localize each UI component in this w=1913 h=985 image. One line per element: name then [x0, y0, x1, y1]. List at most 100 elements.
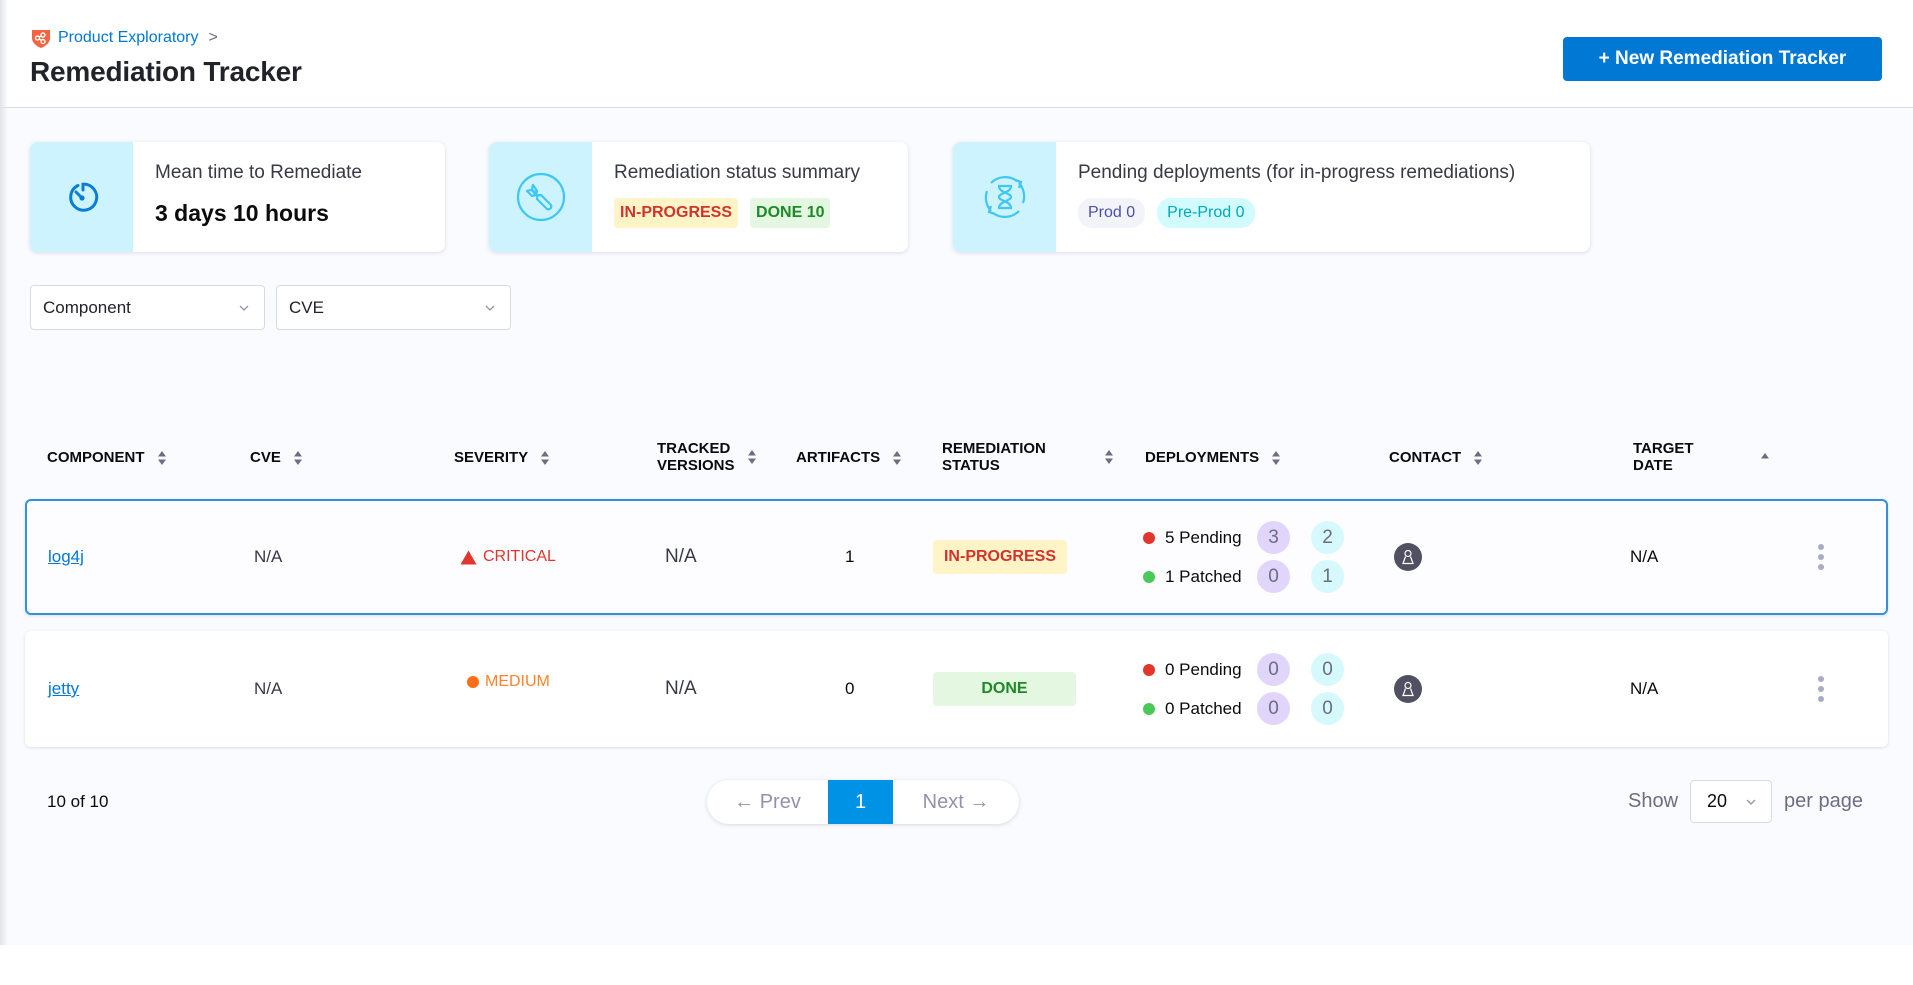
table-row[interactable]: jetty N/A MEDIUM N/A 0 DONE 0 Pending 0 …	[25, 631, 1888, 747]
user-avatar-icon	[1402, 549, 1414, 565]
per-page-label: per page	[1784, 790, 1863, 812]
column-header-artifacts[interactable]: ARTIFACTS	[796, 449, 902, 466]
tracked-versions-value: N/A	[665, 678, 697, 699]
warning-triangle-icon	[460, 550, 477, 564]
sort-icon	[157, 450, 166, 465]
mttr-card: Mean time to Remediate 3 days 10 hours	[30, 142, 445, 252]
pending-preprod-count: 0	[1311, 653, 1344, 686]
sort-icon	[1474, 450, 1483, 465]
column-header-deployments[interactable]: DEPLOYMENTS	[1145, 449, 1281, 466]
breadcrumb-link-product-exploratory[interactable]: Product Exploratory	[58, 29, 199, 47]
cve-value: N/A	[254, 679, 283, 698]
page-header: Product Exploratory > Remediation Tracke…	[0, 0, 1913, 108]
column-header-severity[interactable]: SEVERITY	[454, 449, 550, 466]
patched-preprod-count: 0	[1311, 692, 1344, 725]
pending-prod-count: 3	[1257, 521, 1290, 554]
artifacts-count: 1	[845, 547, 855, 566]
status-summary-title: Remediation status summary	[614, 162, 861, 183]
status-badge: IN-PROGRESS	[933, 540, 1067, 574]
deployments-summary: 0 Pending 0 0 0 Patched 0 0	[1143, 653, 1344, 725]
component-link[interactable]: jetty	[48, 679, 79, 699]
sort-icon	[541, 450, 550, 465]
row-actions-kebab-icon[interactable]	[1816, 676, 1826, 702]
mttr-icon-box	[30, 142, 133, 252]
row-actions-kebab-icon[interactable]	[1816, 544, 1826, 570]
pending-dot-icon	[1143, 531, 1155, 544]
pending-line: 0 Pending 0 0	[1143, 653, 1344, 686]
column-header-cve[interactable]: CVE	[250, 449, 303, 466]
patched-dot-icon	[1143, 702, 1155, 715]
pending-deployments-card: Pending deployments (for in-progress rem…	[953, 142, 1590, 252]
sort-icon	[293, 450, 302, 465]
page-size-control: Show 20 per page	[1628, 780, 1863, 823]
done-count-badge: DONE 10	[750, 198, 831, 228]
contact-avatar[interactable]	[1394, 543, 1422, 571]
mttr-value: 3 days 10 hours	[155, 200, 329, 226]
page-title: Remediation Tracker	[30, 56, 302, 87]
cve-value: N/A	[254, 547, 283, 566]
severity-medium: MEDIUM	[467, 673, 550, 691]
tracked-versions-value: N/A	[665, 546, 697, 567]
page-1-button[interactable]: 1	[828, 780, 893, 824]
status-summary-card: Remediation status summary IN-PROGRESS D…	[489, 142, 908, 252]
medium-dot-icon	[467, 676, 479, 688]
component-link[interactable]: log4j	[48, 547, 84, 567]
pending-prod-count: 0	[1257, 653, 1290, 686]
preprod-pending-pill: Pre-Prod 0	[1157, 198, 1255, 228]
patched-dot-icon	[1143, 570, 1155, 583]
column-header-target-date[interactable]: TARGET DATE	[1633, 440, 1770, 474]
sort-ascending-icon	[1761, 453, 1769, 459]
target-date-value: N/A	[1630, 679, 1659, 698]
pending-dot-icon	[1143, 663, 1155, 676]
next-page-button[interactable]: Next →	[893, 780, 1019, 824]
column-header-component[interactable]: COMPONENT	[47, 449, 167, 466]
show-label: Show	[1628, 790, 1679, 812]
patched-line: 0 Patched 0 0	[1143, 692, 1344, 725]
pending-deployments-title: Pending deployments (for in-progress rem…	[1078, 162, 1516, 183]
patched-prod-count: 0	[1257, 692, 1290, 725]
wrench-icon	[516, 172, 565, 222]
hourglass-refresh-icon	[984, 176, 1025, 218]
sort-icon	[1272, 450, 1281, 465]
column-header-tracked-versions[interactable]: TRACKED VERSIONS	[657, 440, 757, 474]
column-header-remediation-status[interactable]: REMEDIATION STATUS	[942, 440, 1114, 474]
deployments-summary: 5 Pending 3 2 1 Patched 0 1	[1143, 521, 1344, 593]
patched-line: 1 Patched 0 1	[1143, 560, 1344, 593]
results-count: 10 of 10	[47, 792, 109, 811]
pending-preprod-count: 2	[1311, 521, 1344, 554]
pending-line: 5 Pending 3 2	[1143, 521, 1344, 554]
severity-critical: CRITICAL	[460, 548, 556, 566]
chevron-down-icon	[1746, 799, 1756, 805]
patched-prod-count: 0	[1257, 560, 1290, 593]
component-filter-label: Component	[43, 297, 131, 317]
cve-filter-dropdown[interactable]: CVE	[276, 285, 511, 330]
contact-avatar[interactable]	[1394, 675, 1422, 703]
chevron-down-icon	[239, 305, 249, 311]
status-badge: DONE	[933, 672, 1076, 706]
column-header-contact[interactable]: CONTACT	[1389, 449, 1483, 466]
patched-preprod-count: 1	[1311, 560, 1344, 593]
prod-pending-pill: Prod 0	[1078, 198, 1146, 228]
mttr-title: Mean time to Remediate	[155, 162, 362, 183]
prev-page-button[interactable]: ← Prev	[707, 780, 828, 824]
chevron-down-icon	[485, 305, 495, 311]
sidebar-edge-shadow	[0, 0, 8, 945]
app-root: Product Exploratory > Remediation Tracke…	[0, 0, 1913, 945]
component-filter-dropdown[interactable]: Component	[30, 285, 265, 330]
pending-deployments-icon-box	[953, 142, 1056, 252]
target-date-value: N/A	[1630, 547, 1659, 566]
user-avatar-icon	[1402, 681, 1414, 697]
harness-sto-shield-icon	[32, 30, 50, 48]
sort-icon	[747, 450, 756, 464]
sort-icon	[893, 450, 902, 465]
page-size-select[interactable]: 20	[1690, 780, 1773, 823]
cve-filter-label: CVE	[289, 297, 324, 317]
timer-icon	[68, 182, 98, 212]
breadcrumb: Product Exploratory >	[30, 27, 218, 49]
in-progress-badge: IN-PROGRESS	[614, 198, 739, 228]
new-remediation-tracker-button[interactable]: + New Remediation Tracker	[1563, 37, 1882, 81]
artifacts-count: 0	[845, 679, 855, 698]
sort-icon	[1105, 450, 1113, 464]
status-summary-icon-box	[489, 142, 592, 252]
table-row[interactable]: log4j N/A CRITICAL N/A 1 IN-PROGRESS 5 P…	[25, 499, 1888, 615]
